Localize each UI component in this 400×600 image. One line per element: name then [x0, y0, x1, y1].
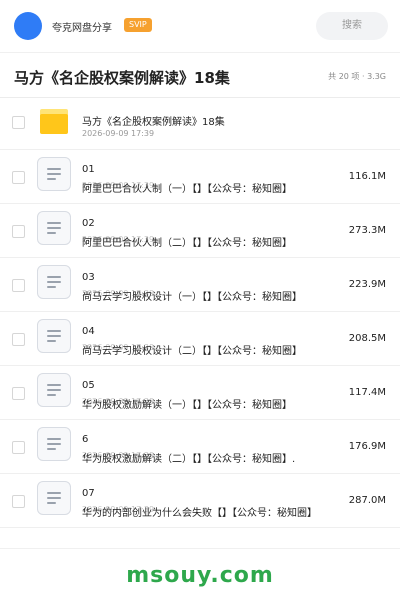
file-size: 117.4M [348, 387, 386, 398]
page-title: 马方《名企股权案例解读》18集 [14, 69, 230, 87]
file-number: 07 [82, 488, 95, 499]
file-name: 华为股权激励解读（一）【】【公众号：秘知圈】 [82, 400, 292, 411]
row-checkbox[interactable] [12, 333, 25, 346]
folder-row[interactable]: 马方《名企股权案例解读》18集 2026-09-09 17:39 [0, 98, 400, 150]
document-icon [37, 481, 71, 515]
file-number: 6 [82, 434, 89, 445]
avatar[interactable] [14, 12, 42, 40]
row-checkbox[interactable] [12, 495, 25, 508]
file-size: 273.3M [348, 225, 386, 236]
top-bar: 夸克网盘分享 SVIP 搜索 [0, 0, 400, 52]
file-number: 01 [82, 164, 95, 175]
file-number: 03 [82, 272, 95, 283]
document-icon [37, 427, 71, 461]
document-icon [37, 157, 71, 191]
file-name: 阿里巴巴合伙人制（一）【】【公众号：秘知圈】 [82, 184, 292, 195]
file-row[interactable]: 04 2026-09-09 17:39 尚马云学习股权设计（二）【】【公众号：秘… [0, 312, 400, 366]
folder-name: 马方《名企股权案例解读》18集 [82, 117, 225, 128]
folder-icon [40, 109, 68, 134]
row-checkbox[interactable] [12, 441, 25, 454]
file-list: 马方《名企股权案例解读》18集 2026-09-09 17:39 01 2026… [0, 98, 400, 528]
file-size: 223.9M [348, 279, 386, 290]
file-row[interactable]: 6 2026-09-09 17:39 华为股权激励解读（二）【】【公众号：秘知圈… [0, 420, 400, 474]
watermark-text: msouy.com [126, 563, 274, 588]
file-row[interactable]: 07 2026-09-09 17:39 华为的内部创业为什么会失败【】【公众号：… [0, 474, 400, 528]
folder-date: 2026-09-09 17:39 [82, 129, 155, 138]
row-checkbox[interactable] [12, 279, 25, 292]
app-name: 夸克网盘分享 [52, 23, 112, 34]
vip-badge: SVIP [124, 18, 152, 32]
file-size: 176.9M [348, 441, 386, 452]
document-icon [37, 211, 71, 245]
document-icon [37, 319, 71, 353]
item-count-meta: 共 20 项 · 3.3G [328, 72, 386, 81]
row-checkbox[interactable] [12, 225, 25, 238]
file-row[interactable]: 01 2026-09-09 17:39 阿里巴巴合伙人制（一）【】【公众号：秘知… [0, 150, 400, 204]
file-size: 287.0M [348, 495, 386, 506]
row-checkbox[interactable] [12, 116, 25, 129]
file-number: 05 [82, 380, 95, 391]
file-size: 208.5M [348, 333, 386, 344]
title-bar: 马方《名企股权案例解读》18集 共 20 项 · 3.3G [0, 52, 400, 98]
row-checkbox[interactable] [12, 171, 25, 184]
file-name: 华为股权激励解读（二）【】【公众号：秘知圈】. [82, 454, 296, 465]
file-name: 华为的内部创业为什么会失败【】【公众号：秘知圈】 [82, 508, 317, 519]
file-name: 阿里巴巴合伙人制（二）【】【公众号：秘知圈】 [82, 238, 292, 249]
search-input[interactable]: 搜索 [316, 12, 388, 40]
file-number: 02 [82, 218, 95, 229]
document-icon [37, 373, 71, 407]
document-icon [37, 265, 71, 299]
file-name: 尚马云学习股权设计（二）【】【公众号：秘知圈】 [82, 346, 302, 357]
file-name: 尚马云学习股权设计（一）【】【公众号：秘知圈】 [82, 292, 302, 303]
footer-bar: msouy.com [0, 548, 400, 600]
file-row[interactable]: 05 2026-09-09 17:39 华为股权激励解读（一）【】【公众号：秘知… [0, 366, 400, 420]
row-checkbox[interactable] [12, 387, 25, 400]
file-row[interactable]: 03 2026-09-09 17:39 尚马云学习股权设计（一）【】【公众号：秘… [0, 258, 400, 312]
file-size: 116.1M [348, 171, 386, 182]
file-row[interactable]: 02 2026-09-09 17:39 阿里巴巴合伙人制（二）【】【公众号：秘知… [0, 204, 400, 258]
file-number: 04 [82, 326, 95, 337]
